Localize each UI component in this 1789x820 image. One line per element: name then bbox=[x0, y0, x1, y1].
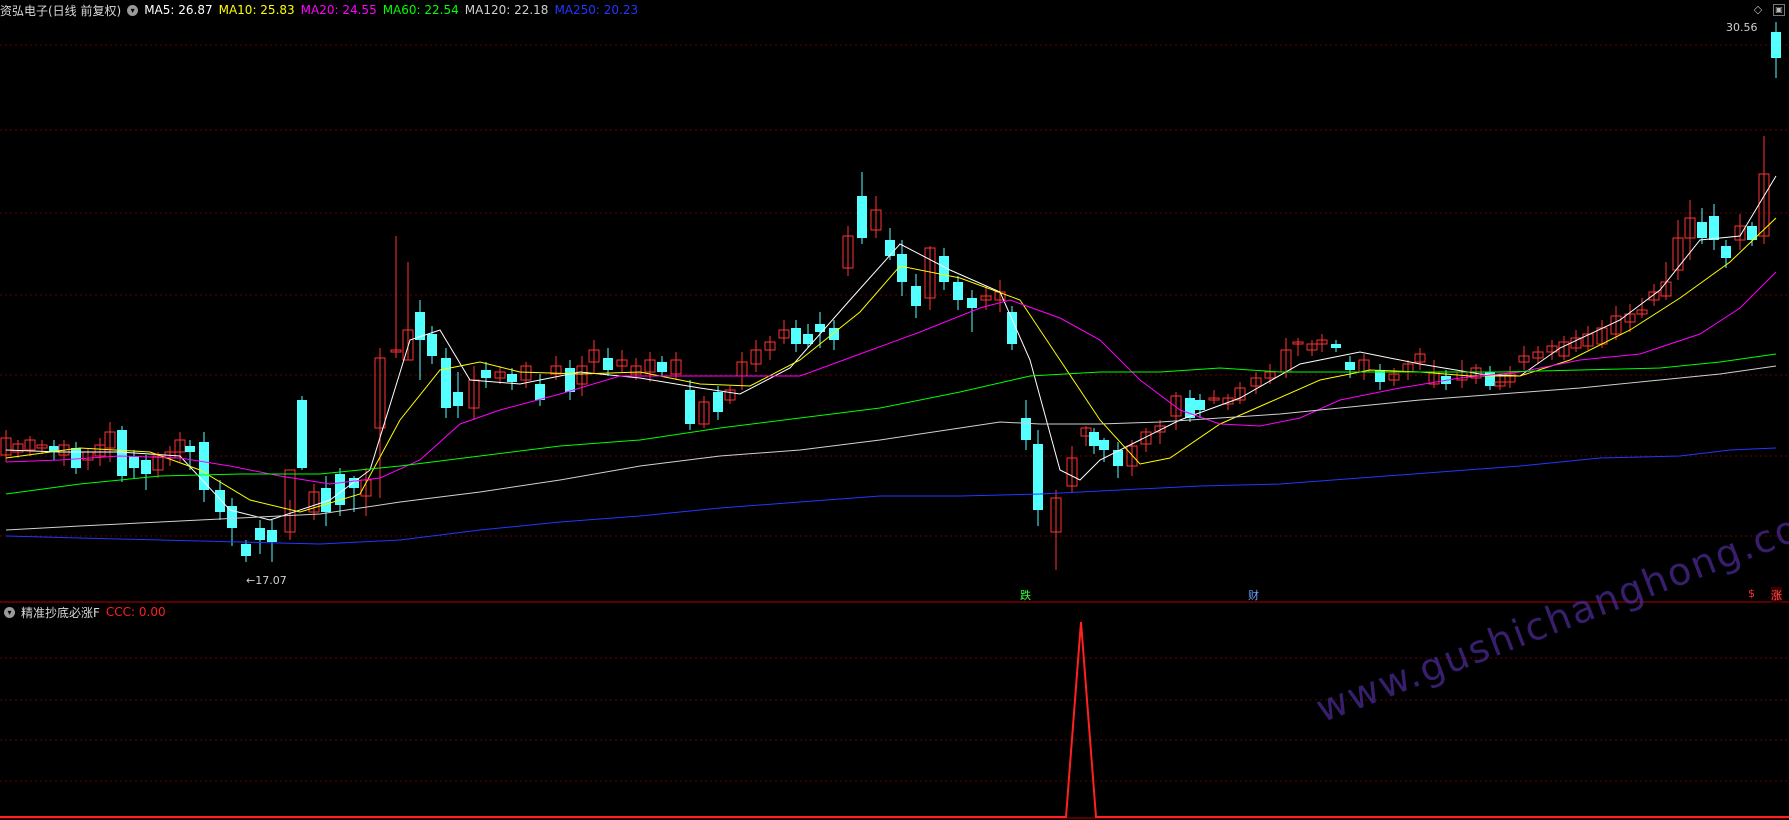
candle-body bbox=[603, 358, 613, 370]
candle-body bbox=[857, 196, 867, 238]
candle-body bbox=[1721, 246, 1731, 258]
candle bbox=[117, 426, 127, 482]
candle-body bbox=[185, 446, 195, 452]
candle-body bbox=[803, 334, 813, 344]
event-marker-die[interactable]: 跌 bbox=[1020, 587, 1031, 603]
expand-icon[interactable]: ▣ bbox=[1773, 4, 1785, 16]
candle-body bbox=[117, 430, 127, 476]
candle-body bbox=[967, 298, 977, 308]
candle-body bbox=[1697, 222, 1707, 238]
candle-body bbox=[791, 328, 801, 344]
candle-body bbox=[1099, 440, 1109, 450]
candle-body bbox=[565, 368, 575, 392]
ma20-label: MA20: 24.55 bbox=[300, 3, 377, 17]
ma250-label: MA250: 20.23 bbox=[554, 3, 639, 17]
candle-body bbox=[535, 384, 545, 400]
candle-body bbox=[427, 334, 437, 356]
chart-header: 资弘电子(日线 前复权) ▾ MA5: 26.87 MA10: 25.83 MA… bbox=[0, 0, 644, 20]
candle-body bbox=[1331, 344, 1341, 348]
candle-body bbox=[1345, 362, 1355, 370]
candle-body bbox=[885, 240, 895, 256]
event-marker-zhang[interactable]: 涨 bbox=[1771, 587, 1782, 603]
candle-body bbox=[1033, 444, 1043, 510]
event-marker-cai[interactable]: 财 bbox=[1248, 587, 1259, 603]
candle-body bbox=[199, 442, 209, 490]
candle-body bbox=[215, 490, 225, 512]
candle-body bbox=[227, 506, 237, 528]
event-marker-dollar[interactable]: $ bbox=[1748, 587, 1755, 600]
candle-body bbox=[453, 392, 463, 406]
candle-body bbox=[713, 392, 723, 412]
low-price-label: ←17.07 bbox=[246, 574, 287, 587]
low-arrow-icon: ← bbox=[246, 574, 256, 587]
candle-body bbox=[129, 456, 139, 468]
candle-body bbox=[441, 358, 451, 408]
indicator-value: CCC: 0.00 bbox=[105, 605, 166, 619]
candle-body bbox=[657, 362, 667, 372]
candle-body bbox=[267, 530, 277, 542]
diamond-icon[interactable]: ◇ bbox=[1752, 4, 1764, 16]
candle-body bbox=[815, 324, 825, 332]
candle-body bbox=[953, 282, 963, 300]
ma120-label: MA120: 22.18 bbox=[464, 3, 549, 17]
ma5-label: MA5: 26.87 bbox=[144, 3, 213, 17]
indicator-header: ▾ 精准抄底必涨F CCC: 0.00 bbox=[0, 603, 172, 621]
candle bbox=[297, 396, 307, 470]
candle-body bbox=[141, 460, 151, 474]
candle-body bbox=[241, 544, 251, 556]
candle-body bbox=[1709, 216, 1719, 240]
candle-body bbox=[507, 374, 517, 382]
candle bbox=[441, 348, 451, 418]
candle-body bbox=[1021, 418, 1031, 440]
candle-body bbox=[1089, 432, 1099, 446]
indicator-name[interactable]: 精准抄底必涨F bbox=[21, 604, 100, 621]
low-price-value: 17.07 bbox=[255, 574, 287, 587]
candle-body bbox=[71, 448, 81, 468]
stock-chart[interactable] bbox=[0, 0, 1789, 820]
candle-body bbox=[685, 390, 695, 424]
candle-body bbox=[297, 400, 307, 468]
chart-title[interactable]: 资弘电子(日线 前复权) bbox=[0, 2, 121, 19]
candle-body bbox=[911, 286, 921, 306]
candle-body bbox=[255, 528, 265, 540]
indicator-menu-icon[interactable]: ▾ bbox=[4, 606, 15, 618]
candle-body bbox=[1195, 400, 1205, 410]
high-price-label: 30.56 bbox=[1726, 21, 1758, 34]
ma60-label: MA60: 22.54 bbox=[382, 3, 459, 17]
settings-circle-icon[interactable]: ▾ bbox=[127, 4, 139, 16]
ma10-label: MA10: 25.83 bbox=[218, 3, 295, 17]
candle-body bbox=[1771, 32, 1781, 58]
candle-body bbox=[481, 370, 491, 378]
